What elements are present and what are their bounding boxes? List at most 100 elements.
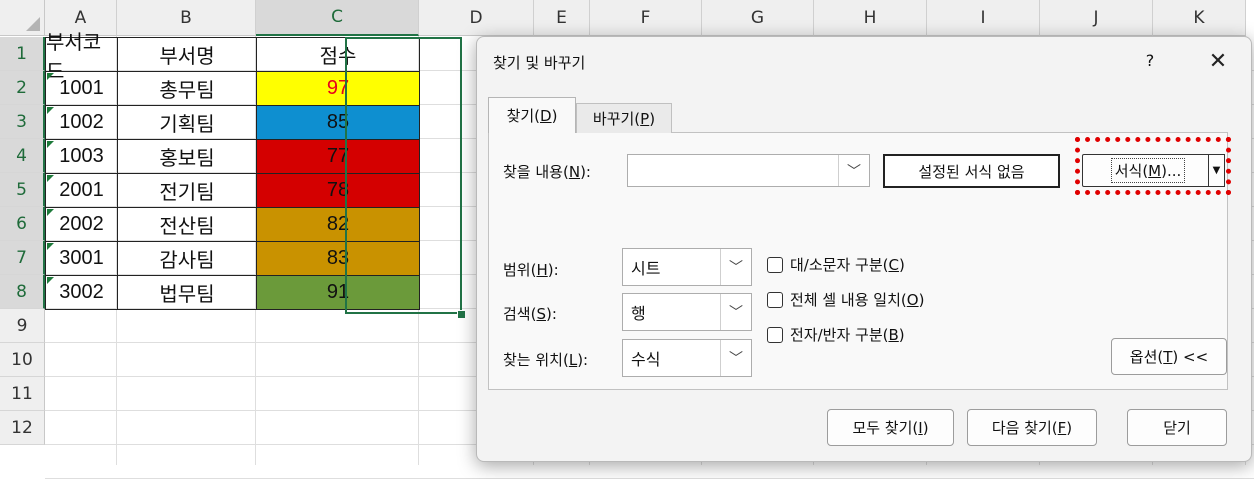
cell-score[interactable]: 82 [256, 207, 420, 242]
tab-replace[interactable]: 바꾸기(P) [576, 103, 672, 133]
cell-name[interactable]: 홍보팀 [117, 139, 257, 174]
tab-replace-key: P [640, 109, 650, 128]
within-label: 범위(H): [503, 259, 559, 280]
row-header-10[interactable]: 10 [0, 343, 45, 377]
format-preview: 설정된 서식 없음 [883, 154, 1060, 188]
options-button[interactable]: 옵션(T) << [1111, 338, 1227, 375]
column-header-k[interactable]: K [1153, 0, 1246, 36]
row-header-6[interactable]: 6 [0, 207, 45, 241]
select-all-icon[interactable] [26, 17, 40, 31]
look-in-key: L [568, 351, 578, 369]
help-button[interactable]: ? [1137, 47, 1163, 73]
column-header-c[interactable]: C [256, 0, 419, 36]
look-in-value: 수식 [631, 350, 661, 369]
cell-code[interactable]: 2002 [45, 207, 118, 242]
error-indicator-icon [47, 107, 54, 114]
cell-score[interactable]: 97 [256, 71, 420, 106]
column-header-i[interactable]: I [927, 0, 1040, 36]
tab-find[interactable]: 찾기(D) [488, 97, 576, 133]
find-next-button[interactable]: 다음 찾기(F) [967, 409, 1097, 446]
row-header-12[interactable]: 12 [0, 411, 45, 445]
checkbox-box[interactable] [767, 256, 783, 273]
row-header-4[interactable]: 4 [0, 139, 45, 173]
row-header-2[interactable]: 2 [0, 71, 45, 105]
find-all-button[interactable]: 모두 찾기(I) [827, 409, 954, 446]
match-case-end: ) [898, 255, 905, 274]
column-header-d[interactable]: D [419, 0, 534, 36]
chevron-down-icon[interactable]: ﹀ [720, 340, 751, 376]
error-indicator-icon [47, 209, 54, 216]
cell-name[interactable]: 기획팀 [117, 105, 257, 140]
find-what-combo[interactable]: ﹀ [627, 154, 870, 187]
error-indicator-icon [47, 175, 54, 182]
find-what-text: 찾을 내용( [503, 163, 569, 181]
byte-width-text: 전자/반자 구분( [790, 326, 889, 344]
cell-name[interactable]: 감사팀 [117, 241, 257, 276]
cell-code[interactable]: 3002 [45, 275, 118, 310]
row-header-3[interactable]: 3 [0, 105, 45, 139]
options-text: 옵션( [1129, 348, 1164, 366]
row-header-9[interactable]: 9 [0, 309, 45, 343]
look-in-select[interactable]: 수식 ﹀ [622, 339, 752, 377]
cell-name[interactable]: 전기팀 [117, 173, 257, 208]
cell-score[interactable]: 91 [256, 275, 420, 310]
cell-code[interactable]: 1001 [45, 71, 118, 106]
error-indicator-icon [47, 243, 54, 250]
cell-code[interactable]: 3001 [45, 241, 118, 276]
byte-width-checkbox[interactable]: 전자/반자 구분(B) [767, 324, 905, 345]
close-icon[interactable]: ✕ [1203, 47, 1233, 75]
fill-handle[interactable] [457, 310, 466, 319]
within-select[interactable]: 시트 ﹀ [622, 248, 752, 286]
search-value: 행 [631, 304, 646, 323]
column-header-j[interactable]: J [1040, 0, 1153, 36]
cell-score[interactable]: 83 [256, 241, 420, 276]
cell-code[interactable]: 1003 [45, 139, 118, 174]
look-in-end: ): [577, 351, 589, 369]
select-all-corner[interactable] [0, 0, 45, 36]
row-header-11[interactable]: 11 [0, 377, 45, 411]
checkbox-box[interactable] [767, 326, 783, 343]
cell-code[interactable]: 2001 [45, 173, 118, 208]
cell-name[interactable]: 법무팀 [117, 275, 257, 310]
tab-find-end: ) [551, 106, 558, 125]
column-header-f[interactable]: F [590, 0, 702, 36]
checkbox-box[interactable] [767, 291, 783, 308]
cell-code[interactable]: 1002 [45, 105, 118, 140]
row-header-5[interactable]: 5 [0, 173, 45, 207]
match-case-text: 대/소문자 구분( [790, 256, 889, 274]
cell-score[interactable]: 77 [256, 139, 420, 174]
entire-cell-checkbox[interactable]: 전체 셀 내용 일치(O) [767, 289, 924, 310]
row-header-7[interactable]: 7 [0, 241, 45, 275]
row-header-8[interactable]: 8 [0, 275, 45, 309]
find-what-label: 찾을 내용(N): [503, 161, 591, 182]
find-all-end: ) [922, 418, 929, 437]
cell-name[interactable]: 전산팀 [117, 207, 257, 242]
row-header-1[interactable]: 1 [0, 37, 45, 71]
match-case-checkbox[interactable]: 대/소문자 구분(C) [767, 254, 905, 275]
close-button[interactable]: 닫기 [1127, 409, 1227, 446]
column-header-g[interactable]: G [702, 0, 814, 36]
entire-cell-text: 전체 셀 내용 일치( [790, 291, 907, 309]
cell-score[interactable]: 85 [256, 105, 420, 140]
chevron-down-icon[interactable]: ﹀ [720, 294, 751, 330]
cell-score[interactable]: 78 [256, 173, 420, 208]
within-text: 범위( [503, 261, 537, 279]
tab-find-label: 찾기( [506, 107, 541, 125]
column-header-b[interactable]: B [117, 0, 256, 36]
header-cell-code[interactable]: 부서코드 [45, 32, 118, 83]
chevron-down-icon[interactable]: ﹀ [838, 155, 869, 186]
header-cell-name[interactable]: 부서명 [117, 37, 257, 72]
find-all-text: 모두 찾기( [852, 419, 919, 437]
header-cell-score[interactable]: 점수 [256, 37, 420, 72]
cell-name[interactable]: 총무팀 [117, 71, 257, 106]
within-end: ): [547, 261, 559, 279]
byte-width-key: B [888, 325, 899, 344]
column-header-e[interactable]: E [534, 0, 590, 36]
search-text: 검색( [503, 305, 537, 323]
column-header-h[interactable]: H [814, 0, 927, 36]
search-select[interactable]: 행 ﹀ [622, 293, 752, 331]
chevron-down-icon[interactable]: ﹀ [720, 249, 751, 285]
find-next-key: F [1057, 418, 1067, 437]
error-indicator-icon [47, 73, 54, 80]
search-label: 검색(S): [503, 303, 557, 324]
